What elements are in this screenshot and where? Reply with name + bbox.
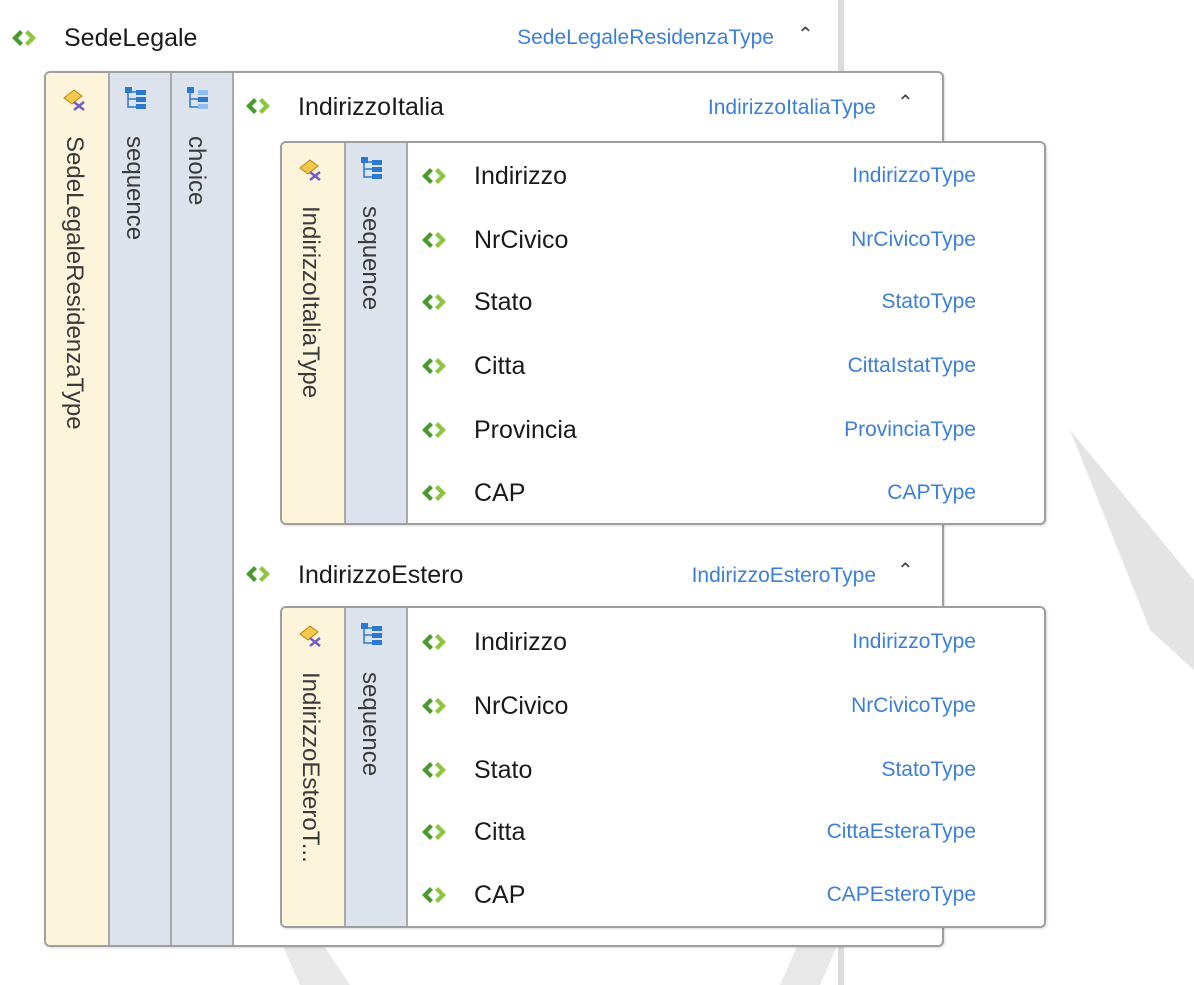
element-icon (422, 168, 446, 184)
background-decoration-top (838, 0, 844, 74)
element-icon (422, 824, 446, 840)
child-name: NrCivico (474, 692, 569, 720)
sequence-icon (125, 87, 146, 109)
indirizzo-estero-type[interactable]: IndirizzoEsteroType (590, 564, 876, 588)
indirizzo-italia-name[interactable]: IndirizzoItalia (298, 93, 444, 122)
child-type: CittaEsteraType (826, 820, 976, 843)
italia-type-column-label: IndirizzoItaliaType (297, 206, 324, 399)
child-type: CAPType (887, 481, 976, 504)
element-icon (246, 566, 270, 582)
choice-icon (187, 87, 208, 109)
element-icon (422, 485, 446, 501)
root-element-type[interactable]: SedeLegaleResidenzaType (440, 26, 774, 50)
child-name: CAP (474, 479, 526, 507)
child-name: Stato (474, 288, 533, 316)
root-element-name[interactable]: SedeLegale (64, 24, 197, 53)
child-name: CAP (474, 881, 526, 909)
element-icon (422, 422, 446, 438)
sequence-icon (361, 623, 382, 645)
element-icon (246, 98, 270, 114)
element-icon (12, 30, 36, 46)
complex-type-icon (63, 89, 85, 111)
indirizzo-italia-type[interactable]: IndirizzoItaliaType (610, 96, 876, 120)
root-choice-column-label: choice (183, 136, 210, 206)
element-icon (422, 698, 446, 714)
child-type: NrCivicoType (851, 694, 976, 717)
child-name: Citta (474, 818, 526, 846)
root-sequence-column-label: sequence (121, 136, 148, 241)
complex-type-icon (299, 159, 321, 181)
collapse-chevron-icon[interactable]: ⌃ (897, 558, 914, 583)
child-name: Stato (474, 756, 533, 784)
estero-sequence-column-label: sequence (357, 672, 384, 777)
child-type: CittaIstatType (847, 354, 976, 377)
element-icon (422, 232, 446, 248)
element-icon (422, 294, 446, 310)
estero-type-column-label: IndirizzoEsteroT... (297, 672, 324, 863)
background-decoration-right (1070, 430, 1194, 670)
child-name: Provincia (474, 416, 577, 444)
root-type-column-label: SedeLegaleResidenzaType (61, 136, 88, 430)
child-type: IndirizzoType (852, 630, 976, 653)
element-icon (422, 358, 446, 374)
child-type: StatoType (881, 290, 976, 313)
child-type: ProvinciaType (844, 418, 976, 441)
child-type: NrCivicoType (851, 228, 976, 251)
collapse-chevron-icon[interactable]: ⌃ (897, 90, 914, 115)
element-icon (422, 762, 446, 778)
sequence-icon (361, 157, 382, 179)
child-type: IndirizzoType (852, 164, 976, 187)
collapse-chevron-icon[interactable]: ⌃ (797, 22, 814, 47)
element-icon (422, 634, 446, 650)
child-name: NrCivico (474, 226, 569, 254)
italia-sequence-column-label: sequence (357, 206, 384, 311)
indirizzo-italia-box (280, 141, 1046, 525)
child-type: StatoType (881, 758, 976, 781)
element-icon (422, 887, 446, 903)
complex-type-icon (299, 625, 321, 647)
indirizzo-estero-name[interactable]: IndirizzoEstero (298, 561, 463, 590)
child-name: Indirizzo (474, 628, 568, 656)
child-type: CAPEsteroType (826, 883, 976, 906)
child-name: Indirizzo (474, 162, 568, 190)
child-name: Citta (474, 352, 526, 380)
